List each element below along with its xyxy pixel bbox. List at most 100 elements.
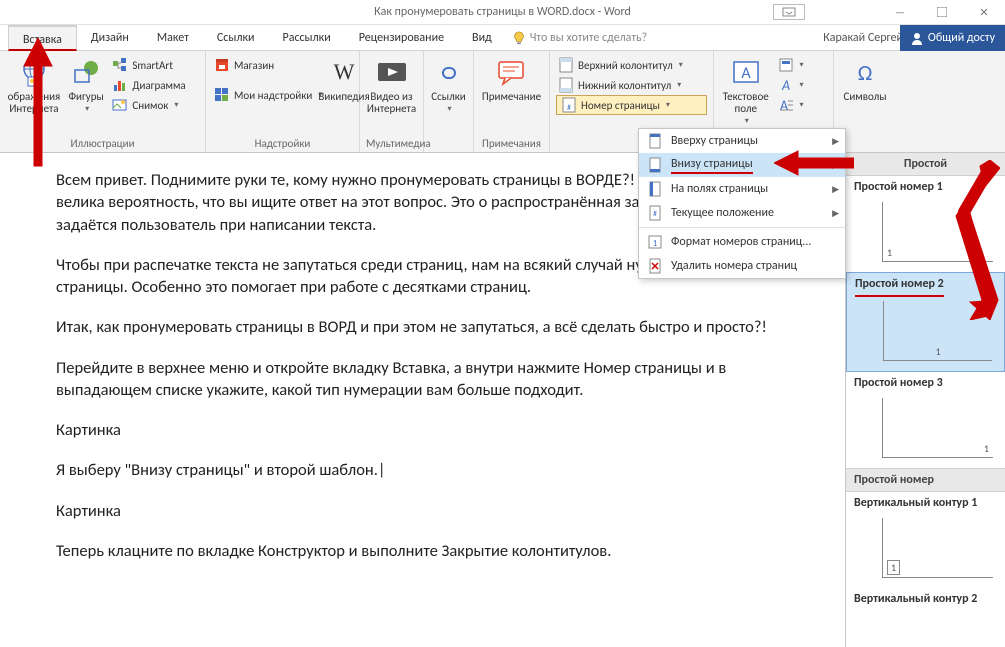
gallery-section-simple-number: Простой номер	[846, 468, 1005, 492]
tab-view[interactable]: Вид	[458, 25, 506, 51]
page-top-icon	[647, 133, 663, 149]
menu-page-margins[interactable]: На полях страницы▶	[639, 177, 845, 201]
tab-mailings[interactable]: Рассылки	[269, 25, 345, 51]
textbox-button[interactable]: A Текстовое поле▾	[720, 55, 772, 137]
close-button[interactable]: ✕	[963, 0, 1005, 25]
menu-format-page-numbers[interactable]: 1Формат номеров страниц...	[639, 230, 845, 254]
gallery-item-2[interactable]: Простой номер 2 1	[846, 272, 1005, 372]
svg-text:#: #	[567, 103, 571, 113]
window-title: Как пронумеровать страницы в WORD.docx -…	[374, 5, 631, 19]
quickparts-icon	[778, 57, 794, 73]
svg-text:A: A	[779, 97, 788, 113]
tell-me-search[interactable]: Что вы хотите сделать?	[512, 31, 647, 45]
svg-text:Ω: Ω	[858, 59, 873, 86]
menu-current-position[interactable]: #Текущее положение▶	[639, 201, 845, 225]
ribbon-tabs: Вставка Дизайн Макет Ссылки Рассылки Рец…	[0, 25, 1005, 51]
tab-design[interactable]: Дизайн	[77, 25, 143, 51]
dropcap-icon: A	[778, 97, 794, 113]
textbox-icon: A	[731, 59, 761, 87]
svg-text:A: A	[741, 64, 751, 83]
ribbon: ображения Интернета Фигуры▾ SmartArt Диа…	[0, 51, 1005, 153]
menu-bottom-of-page[interactable]: Внизу страницы▶	[639, 153, 845, 177]
links-button[interactable]: Ссылки▾	[430, 55, 467, 150]
footer-icon	[558, 77, 574, 93]
wordart-button[interactable]: A▾	[776, 75, 828, 95]
gallery-item-4[interactable]: Вертикальный контур 1 1	[846, 492, 1005, 588]
store-button[interactable]: Магазин	[212, 55, 320, 75]
store-icon	[214, 57, 230, 73]
group-links: Ссылки▾	[424, 51, 474, 152]
page-current-icon: #	[647, 205, 663, 221]
group-illustrations: ображения Интернета Фигуры▾ SmartArt Диа…	[0, 51, 206, 152]
gallery-item-3[interactable]: Простой номер 3 1	[846, 372, 1005, 468]
wordart-icon: A	[778, 77, 794, 93]
maximize-button[interactable]	[921, 0, 963, 25]
share-label: Общий досту	[928, 31, 995, 45]
gallery-item-5[interactable]: Вертикальный контур 2	[846, 588, 1005, 612]
paragraph: Картинка	[56, 419, 789, 441]
smartart-button[interactable]: SmartArt	[110, 55, 199, 75]
screenshot-icon	[112, 97, 128, 113]
symbol-button[interactable]: Ω Символы	[840, 55, 890, 137]
video-icon	[376, 59, 408, 87]
group-media: Видео из Интернета Мультимедиа	[360, 51, 424, 152]
minimize-button[interactable]: —	[879, 0, 921, 25]
svg-text:#: #	[653, 209, 657, 219]
link-icon	[435, 59, 463, 87]
shapes-icon	[71, 58, 101, 88]
ribbon-display-options[interactable]	[773, 4, 805, 20]
quickparts-button[interactable]: ▾	[776, 55, 828, 75]
smartart-icon	[112, 57, 128, 73]
tab-layout[interactable]: Макет	[143, 25, 203, 51]
page-bottom-icon	[647, 157, 663, 173]
footer-button[interactable]: Нижний колонтитул▾	[556, 75, 707, 95]
share-button[interactable]: Общий досту	[900, 25, 1005, 51]
page-margin-icon	[647, 181, 663, 197]
paragraph: Перейдите в верхнее меню и откройте вкла…	[56, 357, 789, 402]
tab-references[interactable]: Ссылки	[203, 25, 269, 51]
chart-button[interactable]: Диаграмма	[110, 75, 199, 95]
wikipedia-icon: W	[330, 59, 358, 87]
gallery-item-1[interactable]: Простой номер 1 1	[846, 176, 1005, 272]
paragraph: Картинка	[56, 500, 789, 522]
page-number-button[interactable]: #Номер страницы▾	[556, 95, 707, 115]
group-illustrations-label: Иллюстрации	[6, 137, 199, 152]
online-video-button[interactable]: Видео из Интернета	[366, 55, 417, 137]
lightbulb-icon	[512, 31, 526, 45]
user-name[interactable]: Каракай Сергей	[823, 31, 903, 45]
page-number-menu: Вверху страницы▶ Внизу страницы▶ На поля…	[638, 128, 846, 279]
gallery-section-simple: Простой	[846, 153, 1005, 176]
tab-insert[interactable]: Вставка	[8, 25, 77, 51]
addins-icon	[214, 87, 230, 103]
format-icon: 1	[647, 234, 663, 250]
shapes-button[interactable]: Фигуры▾	[66, 55, 106, 137]
paragraph: Теперь клацните по вкладке Конструктор и…	[56, 540, 789, 562]
tab-review[interactable]: Рецензирование	[345, 25, 458, 51]
screenshot-button[interactable]: Снимок▾	[110, 95, 199, 115]
my-addins-button[interactable]: Мои надстройки▾	[212, 85, 320, 105]
svg-text:W: W	[334, 59, 355, 84]
group-media-label: Мультимедиа	[366, 137, 417, 152]
chart-icon	[112, 77, 128, 93]
comment-button[interactable]: Примечание	[480, 55, 543, 137]
menu-top-of-page[interactable]: Вверху страницы▶	[639, 129, 845, 153]
group-addins: Магазин Мои надстройки▾ W Википедия Надс…	[206, 51, 360, 152]
svg-text:A: A	[780, 77, 789, 93]
comment-icon	[497, 60, 527, 86]
paragraph: Итак, как пронумеровать страницы в ВОРД …	[56, 316, 789, 338]
symbol-icon: Ω	[851, 59, 879, 87]
svg-text:1: 1	[653, 238, 658, 249]
wikipedia-button[interactable]: W Википедия	[324, 55, 364, 137]
group-comments: Примечание Примечания	[474, 51, 550, 152]
share-icon	[910, 31, 924, 45]
paragraph: Я выберу "Внизу страницы" и второй шабло…	[56, 459, 789, 481]
menu-remove-page-numbers[interactable]: Удалить номера страниц	[639, 254, 845, 278]
page-number-gallery: Простой Простой номер 1 1 Простой номер …	[845, 153, 1005, 647]
dropcap-button[interactable]: A▾	[776, 95, 828, 115]
header-button[interactable]: Верхний колонтитул▾	[556, 55, 707, 75]
group-comments-label: Примечания	[480, 137, 543, 152]
tell-me-placeholder: Что вы хотите сделать?	[530, 31, 647, 45]
globe-picture-icon	[18, 57, 50, 89]
header-icon	[558, 57, 574, 73]
online-pictures-button[interactable]: ображения Интернета	[6, 55, 62, 137]
